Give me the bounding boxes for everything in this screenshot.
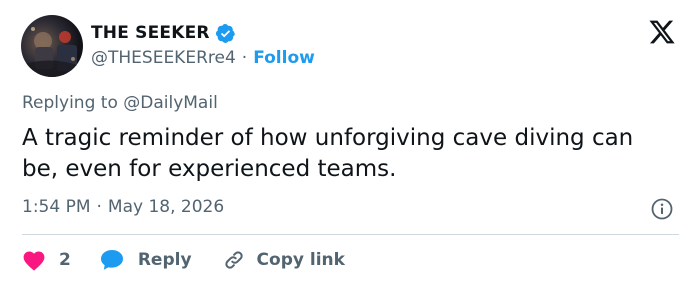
heart-icon	[23, 251, 45, 271]
handle-separator: ·	[241, 48, 248, 68]
reply-button[interactable]: Reply	[99, 248, 192, 272]
tweet-timestamp[interactable]: 1:54 PM · May 18, 2026	[22, 197, 224, 217]
tweet-text: A tragic reminder of how unforgiving cav…	[22, 125, 634, 182]
divider	[22, 234, 679, 235]
avatar[interactable]	[21, 15, 83, 77]
link-icon	[224, 251, 243, 269]
reply-bubble-icon	[100, 250, 123, 270]
tweet-date: May 18, 2026	[107, 197, 225, 217]
like-button[interactable]: 2	[22, 249, 71, 271]
reply-mention-link[interactable]: @DailyMail	[123, 93, 218, 113]
x-logo-icon[interactable]	[648, 18, 676, 46]
tweet-time: 1:54 PM	[22, 197, 91, 217]
display-name[interactable]: THE SEEKER	[91, 23, 210, 43]
reply-context: Replying to @DailyMail	[22, 93, 218, 113]
copy-link-button[interactable]: Copy link	[222, 248, 345, 272]
timestamp-separator: ·	[96, 197, 102, 217]
action-bar: 2 Reply Copy link	[22, 246, 345, 274]
follow-button[interactable]: Follow	[253, 48, 315, 68]
user-handle[interactable]: @THESEEKERre4	[91, 48, 236, 68]
info-icon[interactable]	[651, 198, 673, 220]
like-count: 2	[59, 250, 71, 270]
avatar-image	[21, 15, 83, 77]
copy-link-label: Copy link	[256, 250, 345, 270]
verified-badge-icon	[215, 23, 236, 44]
author-name-row: THE SEEKER	[91, 21, 236, 45]
reply-context-prefix: Replying to	[22, 93, 124, 113]
reply-label: Reply	[137, 250, 192, 270]
handle-row: @THESEEKERre4 · Follow	[91, 48, 315, 68]
